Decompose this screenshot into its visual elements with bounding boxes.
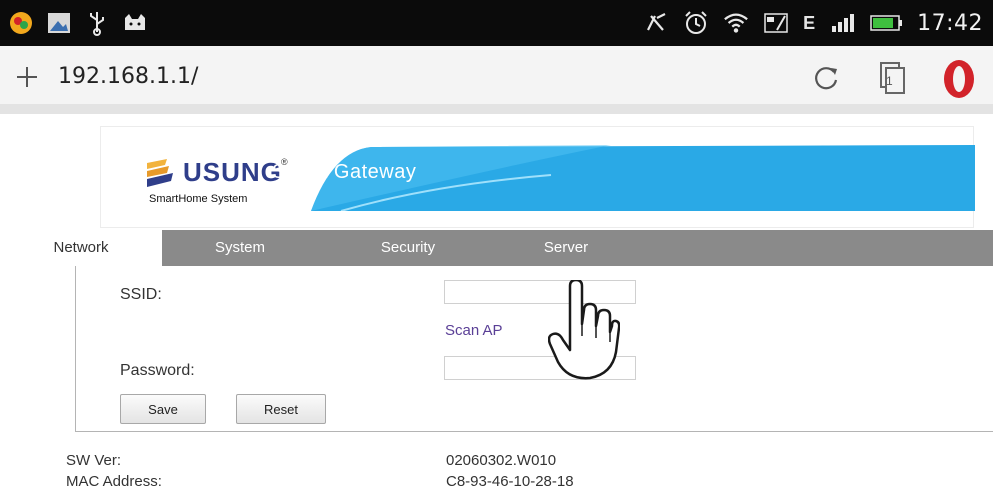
pointing-hand-icon (548, 280, 620, 380)
reset-button[interactable]: Reset (236, 394, 326, 424)
battery-icon (869, 10, 903, 36)
reload-button[interactable] (806, 58, 846, 98)
status-bar: E 17:42 (0, 0, 993, 46)
banner-title: Smart Gateway (272, 161, 417, 183)
sw-version-label: SW Ver: (66, 452, 122, 469)
logo-subtitle: SmartHome System (149, 193, 248, 205)
tab-security[interactable]: Security (348, 230, 468, 266)
scan-ap-link[interactable]: Scan AP (445, 322, 503, 339)
status-time: 17:42 (917, 10, 983, 36)
usb-icon (84, 10, 110, 36)
router-page: USUNG ® SmartHome System Smart Gateway N… (0, 114, 993, 492)
wifi-settings-form: SSID: Scan AP Password: Save Reset (75, 266, 993, 432)
tab-system[interactable]: System (180, 230, 300, 266)
mac-address-label: MAC Address: (66, 473, 162, 490)
usung-logo-mark (147, 159, 173, 187)
status-bar-right: E 17:42 (643, 8, 983, 38)
save-button[interactable]: Save (120, 394, 206, 424)
plus-icon (17, 67, 37, 87)
sw-version-value: 02060302.W010 (446, 452, 557, 469)
tab-network[interactable]: Network (0, 230, 162, 266)
main-nav: Network System Security Server (0, 230, 993, 266)
reload-icon (815, 67, 838, 90)
logo-name: USUNG (183, 157, 282, 187)
no-sound-icon (643, 10, 669, 36)
opera-menu-button[interactable] (934, 54, 984, 104)
opera-notification-icon (8, 10, 34, 36)
cat-app-icon (122, 10, 148, 36)
opera-logo-icon (944, 60, 974, 98)
tab-count: 1 (886, 74, 893, 88)
tab-server[interactable]: Server (506, 230, 626, 266)
page-header: USUNG ® SmartHome System (100, 126, 975, 228)
mac-address-value: C8-93-46-10-28-18 (446, 473, 574, 490)
alarm-icon (683, 10, 709, 36)
gallery-icon (46, 10, 72, 36)
password-label: Password: (120, 362, 195, 379)
status-bar-left (8, 8, 148, 38)
browser-address-bar: 192.168.1.1/ 1 (0, 46, 993, 114)
usung-logo: USUNG ® SmartHome System (143, 157, 293, 207)
ssid-label: SSID: (120, 286, 162, 303)
add-tab-button[interactable] (10, 60, 44, 94)
signal-icon (829, 10, 855, 36)
wifi-icon (723, 10, 749, 36)
3g-icon (763, 10, 789, 36)
url-field[interactable]: 192.168.1.1/ (58, 64, 198, 89)
network-type: E (803, 12, 816, 33)
